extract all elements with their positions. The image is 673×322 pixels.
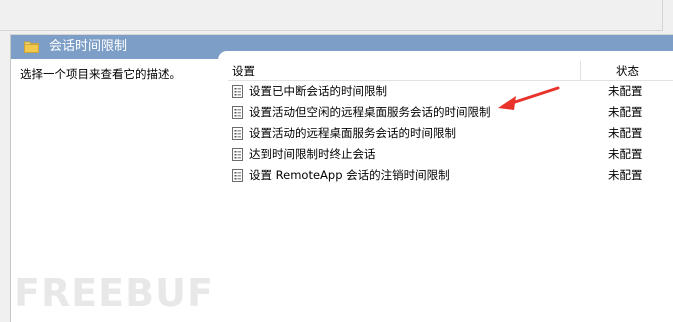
window-top-strip	[0, 0, 673, 35]
list-column-header: 设置 状态	[228, 61, 673, 81]
policy-setting-icon	[232, 148, 243, 161]
setting-name: 设置已中断会话的时间限制	[249, 84, 387, 98]
setting-status: 未配置	[608, 126, 643, 140]
column-setting[interactable]: 设置	[232, 63, 255, 79]
policy-setting-icon	[232, 106, 243, 119]
top-toolbar-area	[0, 0, 663, 31]
description-text: 选择一个项目来查看它的描述。	[20, 67, 181, 81]
settings-list: 设置 状态 设置已中断会话的时间限制 未配置 设置活动但空闲的远程桌面服务会话的…	[218, 51, 673, 322]
policy-setting-icon	[232, 127, 243, 140]
annotation-arrow	[498, 86, 560, 110]
column-divider[interactable]	[580, 61, 581, 80]
setting-status: 未配置	[608, 105, 643, 119]
category-title: 会话时间限制	[49, 39, 128, 54]
policy-setting-icon	[232, 169, 243, 182]
policy-setting-icon	[232, 85, 243, 98]
list-item[interactable]: 达到时间限制时终止会话 未配置	[228, 144, 673, 165]
description-pane: 选择一个项目来查看它的描述。	[11, 59, 218, 322]
setting-name: 设置活动但空闲的远程桌面服务会话的时间限制	[249, 105, 491, 119]
list-item[interactable]: 设置已中断会话的时间限制 未配置	[228, 81, 673, 102]
tree-pane-edge	[0, 34, 11, 322]
column-status[interactable]: 状态	[616, 63, 639, 79]
list-item[interactable]: 设置 RemoteApp 会话的注销时间限制 未配置	[228, 165, 673, 186]
setting-status: 未配置	[608, 168, 643, 182]
folder-icon	[24, 41, 39, 53]
policy-extended-view: 会话时间限制 选择一个项目来查看它的描述。 设置 状态 设置已中断会话的时间限制…	[11, 35, 673, 322]
list-item[interactable]: 设置活动但空闲的远程桌面服务会话的时间限制 未配置	[228, 102, 673, 123]
setting-name: 设置活动的远程桌面服务会话的时间限制	[249, 126, 456, 140]
list-item[interactable]: 设置活动的远程桌面服务会话的时间限制 未配置	[228, 123, 673, 144]
setting-name: 设置 RemoteApp 会话的注销时间限制	[249, 168, 450, 182]
setting-name: 达到时间限制时终止会话	[249, 147, 376, 161]
setting-status: 未配置	[608, 147, 643, 161]
setting-status: 未配置	[608, 84, 643, 98]
